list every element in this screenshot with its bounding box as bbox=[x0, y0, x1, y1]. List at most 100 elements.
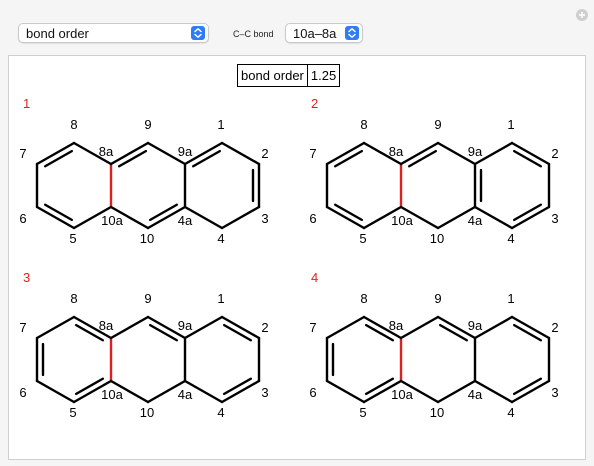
atom-label-8: 8 bbox=[360, 117, 367, 132]
atom-label-7: 7 bbox=[309, 320, 316, 335]
atom-label-5: 5 bbox=[69, 405, 76, 420]
bond-order-value: 1.25 bbox=[306, 65, 339, 86]
atom-label-6: 6 bbox=[19, 211, 26, 226]
atom-label-9a: 9a bbox=[468, 318, 483, 333]
anthracene-structure-1: 1 2 3 4 5 6 7 8 9 10 8a 9a 10a 4a bbox=[19, 117, 268, 246]
select-arrows-icon bbox=[191, 26, 205, 40]
atom-label-2: 2 bbox=[551, 146, 558, 161]
bond-8-7 bbox=[325, 315, 366, 340]
atom-label-10a: 10a bbox=[101, 213, 123, 228]
atom-label-8a: 8a bbox=[99, 144, 114, 159]
double-bond-9a-1 bbox=[191, 149, 222, 168]
atom-label-6: 6 bbox=[19, 385, 26, 400]
atom-label-4: 4 bbox=[507, 405, 514, 420]
atom-label-7: 7 bbox=[309, 146, 316, 161]
atom-label-6: 6 bbox=[309, 211, 316, 226]
bond-8a-9 bbox=[399, 315, 440, 340]
atom-label-9a: 9a bbox=[178, 318, 193, 333]
atom-label-1: 1 bbox=[507, 117, 514, 132]
atom-label-2: 2 bbox=[261, 320, 268, 335]
atom-label-2: 2 bbox=[261, 146, 268, 161]
measure-select-value: bond order bbox=[26, 26, 89, 41]
atom-label-10: 10 bbox=[140, 405, 154, 420]
double-bond-8a-9 bbox=[117, 149, 148, 168]
atom-label-9: 9 bbox=[434, 291, 441, 306]
double-bond-5-10a bbox=[74, 377, 105, 396]
bond-select[interactable]: 10a–8a bbox=[285, 23, 363, 43]
cc-bond-label: C–C bond bbox=[233, 29, 274, 39]
control-bar: bond order C–C bond 10a–8a bbox=[0, 0, 594, 56]
output-panel: bond order 1.25 1 2 3 4 1 2 3 4 5 6 7 8 9 10 8a 9a 1… bbox=[8, 55, 586, 460]
atom-label-10: 10 bbox=[140, 231, 154, 246]
atom-label-4: 4 bbox=[507, 231, 514, 246]
measure-select[interactable]: bond order bbox=[18, 23, 209, 43]
atom-label-10: 10 bbox=[430, 405, 444, 420]
atom-label-10a: 10a bbox=[391, 213, 413, 228]
atom-label-5: 5 bbox=[69, 231, 76, 246]
atom-label-7: 7 bbox=[19, 320, 26, 335]
atom-label-4a: 4a bbox=[468, 213, 483, 228]
bond-8a-9 bbox=[109, 315, 150, 340]
double-bond-3-4 bbox=[222, 377, 253, 396]
atom-label-9a: 9a bbox=[178, 144, 193, 159]
bond-6-5 bbox=[325, 379, 366, 404]
atom-label-4a: 4a bbox=[178, 213, 193, 228]
atom-label-9: 9 bbox=[144, 117, 151, 132]
structure-number-4: 4 bbox=[311, 270, 319, 285]
atom-label-8a: 8a bbox=[389, 144, 404, 159]
structure-number-3: 3 bbox=[23, 270, 31, 285]
atom-label-8a: 8a bbox=[389, 318, 404, 333]
atom-label-8: 8 bbox=[70, 291, 77, 306]
double-bond-1-2 bbox=[512, 323, 543, 342]
atom-label-5: 5 bbox=[359, 405, 366, 420]
atom-label-8: 8 bbox=[70, 117, 77, 132]
atom-label-3: 3 bbox=[551, 385, 558, 400]
double-bond-1-2 bbox=[222, 323, 253, 342]
bond-6-5 bbox=[35, 379, 76, 404]
anthracene-structure-2: 1 2 3 4 5 6 7 8 9 10 8a 9a 10a 4a bbox=[309, 117, 558, 246]
double-bond-9-9a bbox=[438, 323, 469, 342]
atom-label-3: 3 bbox=[261, 385, 268, 400]
anthracene-structure-3: 1 2 3 4 5 6 7 8 9 10 8a 9a 10a 4a bbox=[19, 291, 268, 420]
double-bond-6-5 bbox=[43, 203, 74, 222]
add-icon[interactable] bbox=[576, 9, 588, 21]
double-bond-4a-10 bbox=[148, 203, 179, 222]
atom-label-5: 5 bbox=[359, 231, 366, 246]
atom-label-10: 10 bbox=[430, 231, 444, 246]
bond-select-value: 10a–8a bbox=[293, 26, 337, 41]
double-bond-8-7 bbox=[43, 149, 74, 168]
double-bond-8a-9 bbox=[407, 149, 438, 168]
atom-label-4: 4 bbox=[217, 405, 224, 420]
atom-label-4a: 4a bbox=[468, 387, 483, 402]
double-bond-3-4 bbox=[512, 377, 543, 396]
double-bond-3-4 bbox=[512, 203, 543, 222]
structure-number-2: 2 bbox=[311, 96, 319, 111]
bond-3-4 bbox=[220, 205, 261, 230]
atom-label-4a: 4a bbox=[178, 387, 193, 402]
atom-label-3: 3 bbox=[261, 211, 268, 226]
atom-label-2: 2 bbox=[551, 320, 558, 335]
atom-label-10a: 10a bbox=[101, 387, 123, 402]
double-bond-1-2 bbox=[512, 149, 543, 168]
select-arrows-icon bbox=[345, 26, 359, 40]
double-bond-8-7 bbox=[333, 149, 364, 168]
bond-8-7 bbox=[35, 315, 76, 340]
atom-label-8: 8 bbox=[360, 291, 367, 306]
atom-label-10a: 10a bbox=[391, 387, 413, 402]
atom-label-8a: 8a bbox=[99, 318, 114, 333]
atom-label-4: 4 bbox=[217, 231, 224, 246]
bond-order-label: bond order bbox=[241, 68, 304, 83]
anthracene-structure-4: 1 2 3 4 5 6 7 8 9 10 8a 9a 10a 4a bbox=[309, 291, 558, 420]
bond-order-table: bond order 1.25 bbox=[237, 64, 341, 87]
atom-label-9a: 9a bbox=[468, 144, 483, 159]
atom-label-1: 1 bbox=[507, 291, 514, 306]
atom-label-3: 3 bbox=[551, 211, 558, 226]
atom-label-7: 7 bbox=[19, 146, 26, 161]
double-bond-9-9a bbox=[148, 323, 179, 342]
double-bond-5-10a bbox=[364, 377, 395, 396]
atom-label-9: 9 bbox=[434, 117, 441, 132]
double-bond-6-5 bbox=[333, 203, 364, 222]
atom-label-1: 1 bbox=[217, 117, 224, 132]
atom-label-1: 1 bbox=[217, 291, 224, 306]
structure-number-1: 1 bbox=[23, 96, 31, 111]
